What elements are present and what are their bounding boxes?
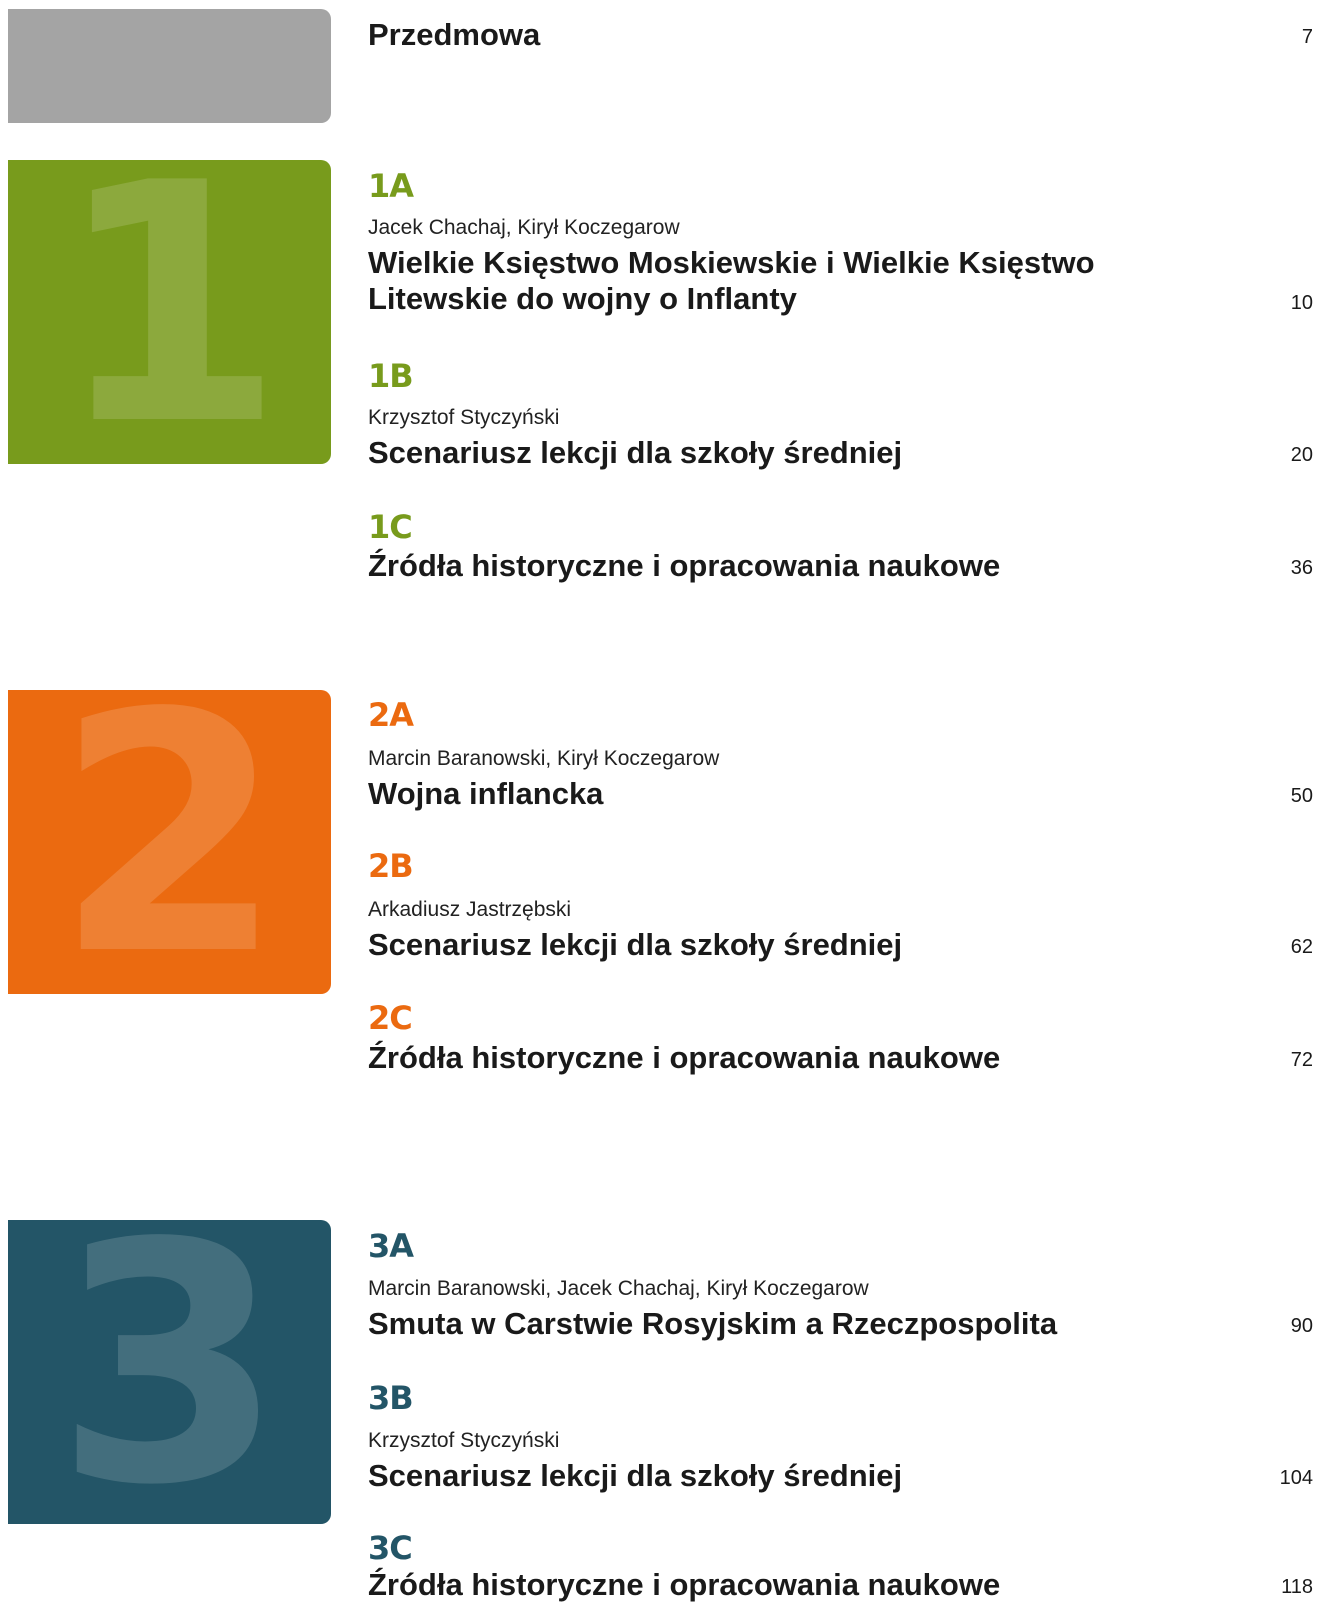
section-3b-title[interactable]: Scenariusz lekcji dla szkoły średniej — [368, 1458, 1208, 1494]
section-2b-code: 2B — [368, 847, 414, 885]
section-3a-author: Marcin Baranowski, Jacek Chachaj, Kirył … — [368, 1277, 869, 1300]
section-3c-title[interactable]: Źródła historyczne i opracowania naukowe — [368, 1567, 1208, 1603]
section-2a-page-number: 50 — [1290, 785, 1313, 807]
section-1a-code: 1A — [368, 167, 414, 205]
section-3b-page-number: 104 — [1279, 1467, 1313, 1489]
preface-title[interactable]: Przedmowa — [368, 17, 1208, 53]
chapter-2-color-block: 2 — [8, 690, 331, 994]
section-2c-code: 2C — [368, 999, 413, 1037]
section-3a-page-number: 90 — [1290, 1315, 1313, 1337]
section-1a-page-number: 10 — [1290, 292, 1313, 314]
section-2a-author: Marcin Baranowski, Kirył Koczegarow — [368, 747, 720, 770]
preface-page-number: 7 — [1301, 26, 1313, 48]
section-3c-page-number: 118 — [1281, 1576, 1313, 1598]
chapter-1-color-block: 1 — [8, 160, 331, 464]
chapter-1-number: 1 — [54, 160, 285, 464]
section-3b-author: Krzysztof Styczyński — [368, 1429, 560, 1452]
chapter-3-number: 3 — [54, 1220, 285, 1524]
section-2c-page-number: 72 — [1290, 1049, 1313, 1071]
section-1c-page-number: 36 — [1290, 557, 1313, 579]
section-1b-title[interactable]: Scenariusz lekcji dla szkoły średniej — [368, 435, 1208, 471]
section-2a-title[interactable]: Wojna inflancka — [368, 776, 1208, 812]
preface-color-block — [8, 9, 331, 123]
section-1c-code: 1C — [368, 508, 413, 546]
section-2c-title[interactable]: Źródła historyczne i opracowania naukowe — [368, 1040, 1208, 1076]
section-1a-title[interactable]: Wielkie Księstwo Moskiewskie i Wielkie K… — [368, 245, 1208, 317]
section-3a-title[interactable]: Smuta w Carstwie Rosyjskim a Rzeczpospol… — [368, 1306, 1208, 1342]
section-1c-title[interactable]: Źródła historyczne i opracowania naukowe — [368, 548, 1208, 584]
section-2b-page-number: 62 — [1290, 936, 1313, 958]
chapter-3-color-block: 3 — [8, 1220, 331, 1524]
section-2b-author: Arkadiusz Jastrzębski — [368, 898, 572, 921]
section-3b-code: 3B — [368, 1379, 414, 1417]
section-1b-author: Krzysztof Styczyński — [368, 406, 560, 429]
section-3a-code: 3A — [368, 1227, 414, 1265]
section-3c-code: 3C — [368, 1529, 413, 1567]
section-2b-title[interactable]: Scenariusz lekcji dla szkoły średniej — [368, 927, 1208, 963]
section-1b-page-number: 20 — [1290, 444, 1313, 466]
section-2a-code: 2A — [368, 696, 414, 734]
section-1b-code: 1B — [368, 357, 414, 395]
chapter-2-number: 2 — [54, 690, 285, 994]
section-1a-author: Jacek Chachaj, Kirył Koczegarow — [368, 216, 680, 239]
